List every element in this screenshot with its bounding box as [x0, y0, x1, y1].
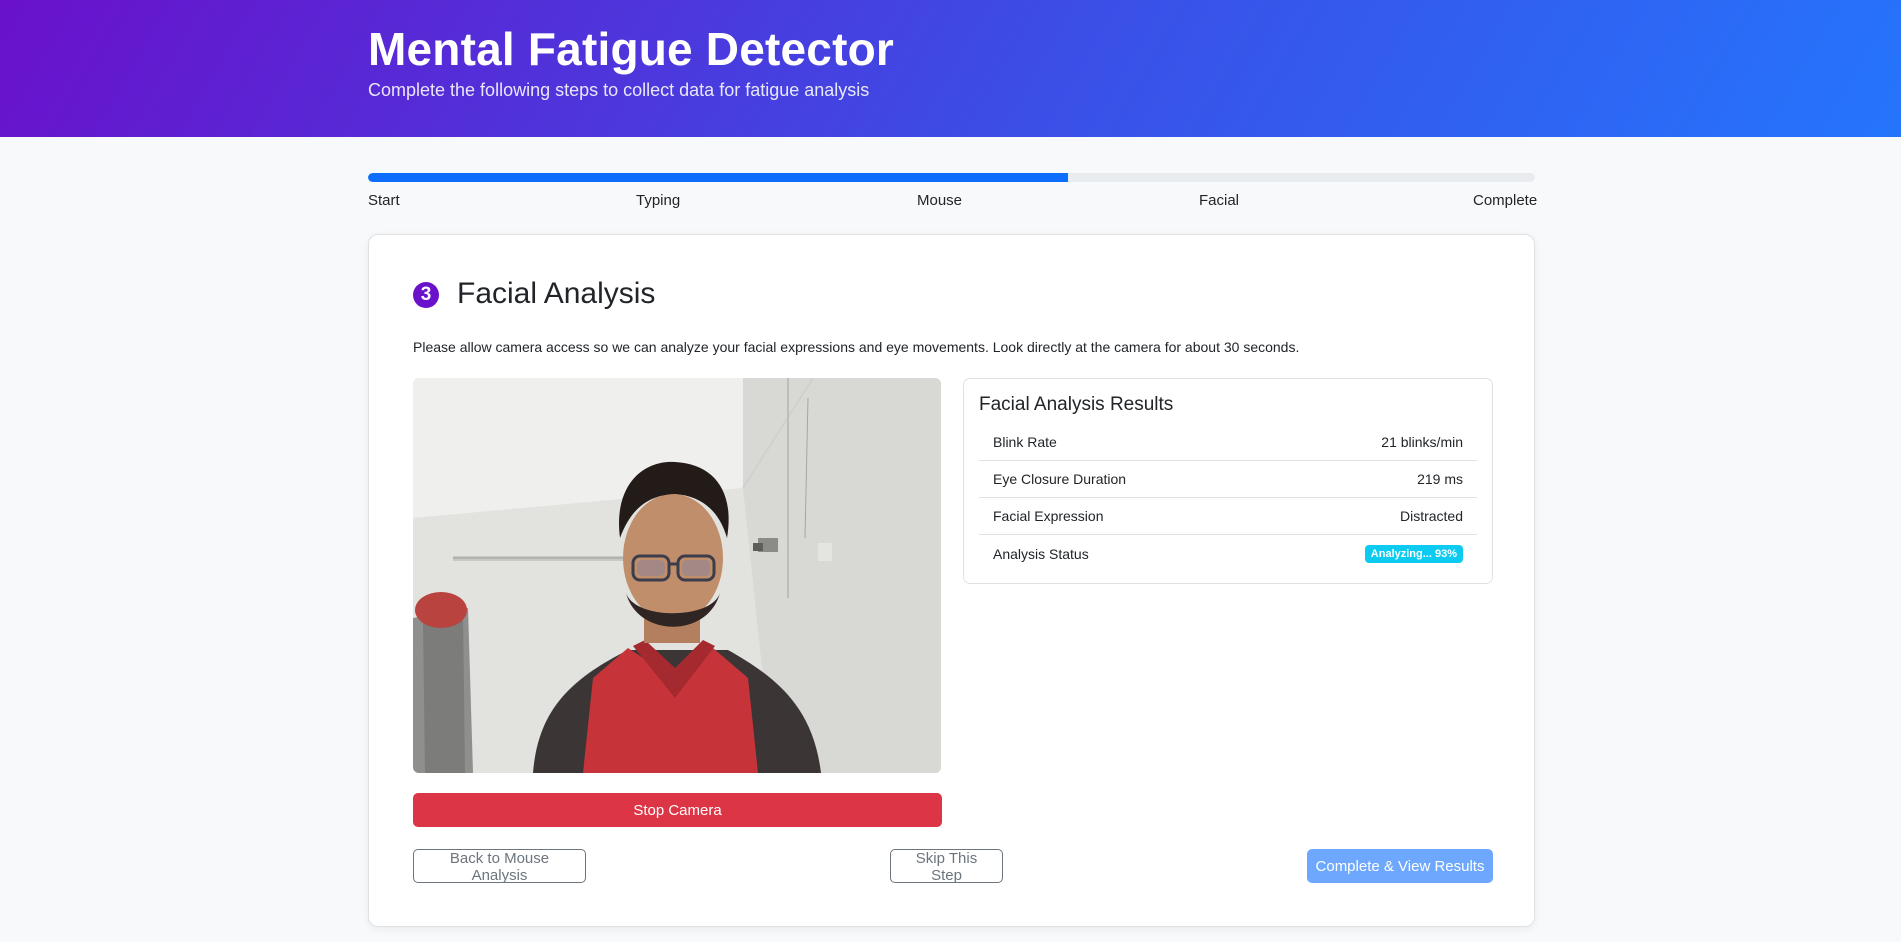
- back-to-mouse-button[interactable]: Back to Mouse Analysis: [413, 849, 586, 884]
- app-title: Mental Fatigue Detector: [368, 23, 895, 75]
- app-header: Mental Fatigue Detector Complete the fol…: [0, 0, 1901, 137]
- facial-analysis-card: 3 Facial Analysis Please allow camera ac…: [368, 234, 1535, 927]
- result-value: 21 blinks/min: [1381, 434, 1463, 450]
- step-label-complete: Complete: [1473, 192, 1538, 209]
- result-label: Blink Rate: [993, 434, 1057, 450]
- results-panel: Facial Analysis Results Blink Rate 21 bl…: [963, 378, 1493, 584]
- result-row-blink-rate: Blink Rate 21 blinks/min: [979, 424, 1477, 461]
- status-badge: Analyzing... 93%: [1364, 544, 1463, 563]
- step-number-badge: 3: [413, 282, 439, 308]
- instructions-text: Please allow camera access so we can ana…: [413, 339, 1300, 355]
- result-value: 219 ms: [1417, 471, 1463, 487]
- step-label-typing: Typing: [636, 192, 681, 209]
- skip-step-button[interactable]: Skip This Step: [890, 849, 1003, 884]
- result-row-eye-closure: Eye Closure Duration 219 ms: [979, 461, 1477, 498]
- result-value: Distracted: [1399, 508, 1463, 524]
- app-subtitle: Complete the following steps to collect …: [368, 80, 870, 100]
- step-label-mouse: Mouse: [917, 192, 963, 209]
- result-label: Facial Expression: [993, 508, 1104, 524]
- camera-feed: [413, 378, 941, 773]
- result-row-analysis-status: Analysis Status Analyzing... 93%: [979, 535, 1477, 572]
- complete-view-results-button[interactable]: Complete & View Results: [1307, 849, 1493, 883]
- step-label-facial: Facial: [1199, 192, 1240, 209]
- progress-bar: [368, 173, 1535, 182]
- result-row-facial-expression: Facial Expression Distracted: [979, 498, 1477, 535]
- result-label: Analysis Status: [993, 545, 1089, 562]
- step-label-start: Start: [368, 192, 400, 209]
- progress-bar-fill: [368, 173, 1069, 182]
- camera-feed-image: [413, 378, 941, 773]
- results-title: Facial Analysis Results: [979, 394, 1174, 415]
- card-title: Facial Analysis: [457, 277, 656, 310]
- stop-camera-button[interactable]: Stop Camera: [413, 793, 942, 827]
- result-label: Eye Closure Duration: [993, 471, 1127, 487]
